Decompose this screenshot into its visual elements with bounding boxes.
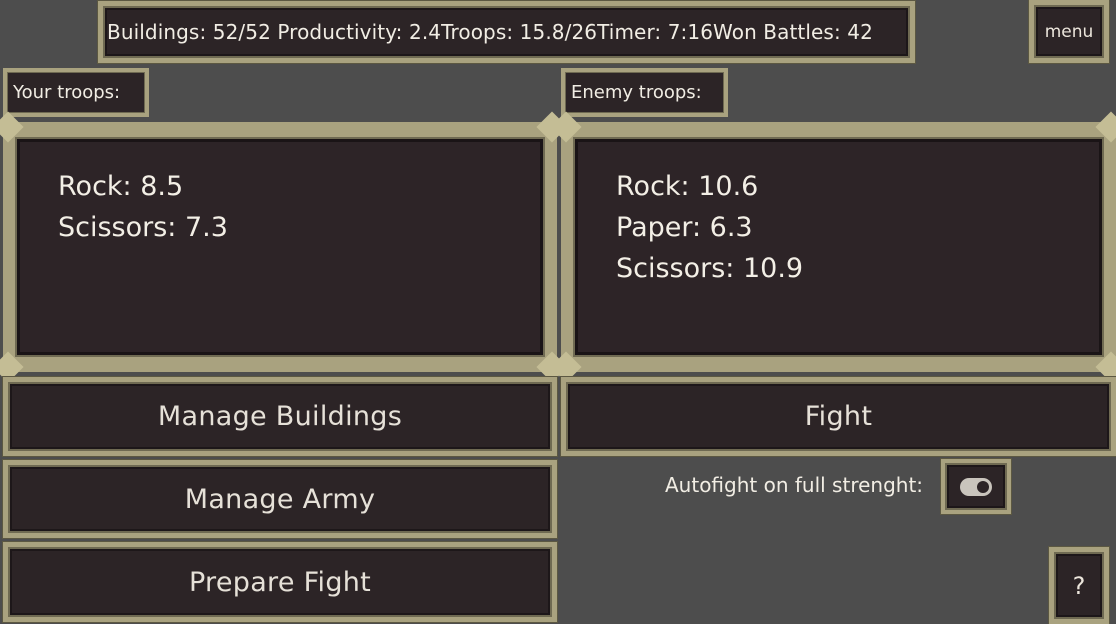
your-troop-rock: Rock: 8.5	[58, 171, 184, 202]
help-button[interactable]: ?	[1049, 547, 1109, 624]
stats-text: Buildings: 52/52 Productivity: 2.4Troops…	[107, 20, 873, 44]
stats-bar: Buildings: 52/52 Productivity: 2.4Troops…	[98, 1, 915, 63]
toggle-switch-icon	[960, 477, 992, 496]
fight-button[interactable]: Fight	[561, 377, 1116, 456]
enemy-troop-paper: Paper: 6.3	[616, 212, 753, 243]
enemy-troop-scissors: Scissors: 10.9	[616, 253, 804, 284]
your-troops-list: Rock: 8.5 Scissors: 7.3	[17, 139, 543, 355]
productivity-value: 2.4	[409, 20, 442, 44]
timer-label: Timer:	[597, 20, 662, 44]
enemy-troops-list: Rock: 10.6 Paper: 6.3 Scissors: 10.9	[575, 139, 1102, 355]
your-troops-panel: Rock: 8.5 Scissors: 7.3	[0, 111, 568, 383]
troops-value: 15.8/26	[519, 20, 598, 44]
manage-buildings-label: Manage Buildings	[157, 401, 403, 432]
won-battles-value: 42	[847, 20, 873, 44]
menu-button[interactable]: menu	[1029, 0, 1109, 63]
troops-label: Troops:	[441, 20, 514, 44]
buildings-value: 52/52	[212, 20, 271, 44]
manage-army-label: Manage Army	[184, 483, 376, 515]
your-troop-scissors: Scissors: 7.3	[58, 212, 228, 243]
fight-label: Fight	[804, 401, 873, 432]
buildings-label: Buildings:	[107, 20, 207, 44]
productivity-label: Productivity:	[277, 20, 403, 44]
autofight-toggle[interactable]	[941, 459, 1011, 514]
panel-corner	[1095, 111, 1116, 143]
help-icon: ?	[1072, 571, 1086, 600]
toggle-knob	[977, 480, 989, 493]
enemy-troop-rock: Rock: 10.6	[616, 171, 759, 202]
menu-button-label: menu	[1044, 21, 1094, 42]
timer-value: 7:16	[667, 20, 714, 44]
enemy-troops-panel: Rock: 10.6 Paper: 6.3 Scissors: 10.9	[550, 111, 1116, 383]
won-battles-label: Won Battles:	[713, 20, 841, 44]
prepare-fight-label: Prepare Fight	[188, 566, 372, 598]
autofight-label: Autofight on full strenght:	[665, 473, 924, 497]
prepare-fight-button[interactable]: Prepare Fight	[3, 542, 557, 622]
manage-army-button[interactable]: Manage Army	[3, 460, 557, 538]
enemy-troops-label: Enemy troops:	[561, 68, 728, 117]
manage-buildings-button[interactable]: Manage Buildings	[3, 377, 557, 456]
your-troops-label: Your troops:	[3, 68, 149, 117]
